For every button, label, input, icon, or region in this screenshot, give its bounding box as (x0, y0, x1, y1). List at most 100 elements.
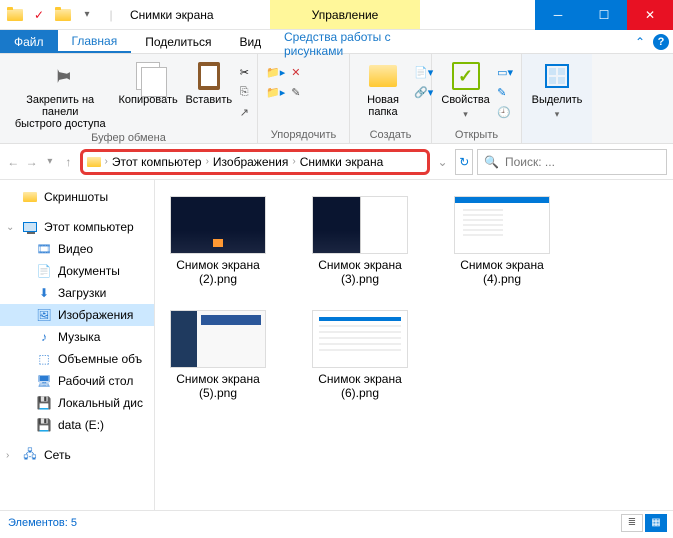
refresh-button[interactable]: ↻ (455, 149, 473, 175)
nav-video[interactable]: 🎞Видео (0, 238, 154, 260)
new-folder-button[interactable]: Новая папка (358, 58, 408, 120)
create-group-label: Создать (358, 129, 423, 141)
list-icon: ≣ (628, 517, 636, 528)
select-all-icon (541, 60, 573, 92)
pin-quick-access-button[interactable]: Закрепить на панели быстрого доступа (8, 58, 112, 132)
paste-button[interactable]: Вставить (184, 58, 234, 108)
easyaccess-icon: 🔗▾ (414, 86, 433, 99)
network-icon: 🖧 (22, 447, 38, 463)
tab-home[interactable]: Главная (58, 30, 132, 53)
history-button[interactable]: 🕘 (497, 102, 513, 122)
nav-screenshots[interactable]: Скриншоты (0, 186, 154, 208)
copy-to-button[interactable]: 📁▸ (266, 82, 285, 102)
nav-pictures[interactable]: 🖼Изображения (0, 304, 154, 326)
delete-button[interactable]: ✕ (291, 62, 300, 82)
nav-network[interactable]: ›🖧Сеть (0, 444, 154, 466)
nav-music[interactable]: ♪Музыка (0, 326, 154, 348)
edit-button[interactable]: ✎ (497, 82, 513, 102)
easy-access-button[interactable]: 🔗▾ (414, 82, 433, 102)
ribbon-tabs: Файл Главная Поделиться Вид Средства раб… (0, 30, 673, 54)
file-tile[interactable]: Снимок экрана (4).png (447, 196, 557, 286)
qat-folder-icon[interactable] (52, 4, 74, 26)
thumbnails-view-button[interactable]: ▦ (645, 514, 667, 532)
details-view-button[interactable]: ≣ (621, 514, 643, 532)
qat-dropdown-icon[interactable]: ▾ (76, 4, 98, 26)
breadcrumb-screenshots[interactable]: Снимки экрана (300, 155, 384, 169)
help-icon[interactable]: ? (653, 34, 669, 50)
chevron-down-icon: ▾ (463, 108, 468, 120)
paste-icon (193, 60, 225, 92)
desktop-icon: 🖥 (36, 373, 52, 389)
app-folder-icon (4, 4, 26, 26)
pin-icon (42, 58, 79, 95)
nav-this-pc[interactable]: ⌄Этот компьютер (0, 216, 154, 238)
close-button[interactable]: ✕ (627, 0, 673, 30)
up-button[interactable]: ↑ (61, 150, 75, 174)
minimize-button[interactable]: ─ (535, 0, 581, 30)
status-bar: Элементов: 5 ≣ ▦ (0, 510, 673, 534)
downloads-icon: ⬇ (36, 285, 52, 301)
item-count: Элементов: 5 (8, 517, 77, 529)
collapse-ribbon-icon[interactable]: ⌃ (635, 35, 645, 49)
tab-view[interactable]: Вид (225, 30, 275, 53)
cut-button[interactable]: ✂ (240, 62, 249, 82)
move-to-button[interactable]: 📁▸ (266, 62, 285, 82)
file-list[interactable]: Снимок экрана (2).png Снимок экрана (3).p… (155, 180, 673, 510)
folder-icon (367, 60, 399, 92)
window-title: Снимки экрана (130, 8, 214, 22)
breadcrumb-pictures[interactable]: Изображения (213, 155, 288, 169)
copy-path-button[interactable]: ⎘ (240, 82, 249, 102)
address-folder-icon (87, 157, 101, 167)
chevron-down-icon: ▾ (555, 108, 560, 120)
breadcrumb-this-pc[interactable]: Этот компьютер (112, 155, 202, 169)
qat-separator: | (100, 4, 122, 26)
search-box[interactable]: 🔍 (477, 149, 667, 175)
open-button[interactable]: ▭▾ (497, 62, 513, 82)
copy-button[interactable]: Копировать (118, 58, 177, 108)
nav-3d-objects[interactable]: ⬚Объемные объ (0, 348, 154, 370)
new-item-button[interactable]: 📄▾ (414, 62, 433, 82)
rename-icon: ✎ (291, 86, 300, 99)
file-tile[interactable]: Снимок экрана (3).png (305, 196, 415, 286)
file-tile[interactable]: Снимок экрана (5).png (163, 310, 273, 400)
address-dropdown[interactable]: ⌄ (434, 155, 452, 169)
chevron-right-icon[interactable]: › (105, 156, 108, 167)
check-icon (450, 60, 482, 92)
file-tile[interactable]: Снимок экрана (6).png (305, 310, 415, 400)
clipboard-group-label: Буфер обмена (8, 132, 249, 144)
nav-downloads[interactable]: ⬇Загрузки (0, 282, 154, 304)
back-button[interactable]: ← (6, 150, 20, 174)
properties-button[interactable]: Свойства ▾ (440, 58, 491, 122)
title-bar: ✓ ▾ | Снимки экрана Управление ─ ☐ ✕ (0, 0, 673, 30)
file-thumbnail (170, 310, 266, 368)
search-input[interactable] (505, 155, 660, 169)
expand-icon[interactable]: ⌄ (6, 222, 14, 233)
maximize-button[interactable]: ☐ (581, 0, 627, 30)
paste-shortcut-button[interactable]: ↗ (240, 102, 249, 122)
nav-local-disk[interactable]: 💾Локальный дис (0, 392, 154, 414)
tab-file[interactable]: Файл (0, 30, 58, 53)
address-bar[interactable]: › Этот компьютер › Изображения › Снимки … (80, 149, 430, 175)
tab-share[interactable]: Поделиться (131, 30, 225, 53)
rename-button[interactable]: ✎ (291, 82, 300, 102)
cube-icon: ⬚ (36, 351, 52, 367)
qat-save-icon[interactable]: ✓ (28, 4, 50, 26)
pictures-icon: 🖼 (36, 307, 52, 323)
navigation-bar: ← → ▾ ↑ › Этот компьютер › Изображения ›… (0, 144, 673, 180)
chevron-right-icon[interactable]: › (206, 156, 209, 167)
file-thumbnail (454, 196, 550, 254)
nav-data-e[interactable]: 💾data (E:) (0, 414, 154, 436)
chevron-right-icon[interactable]: › (292, 156, 295, 167)
file-name: Снимок экрана (3).png (305, 258, 415, 286)
nav-desktop[interactable]: 🖥Рабочий стол (0, 370, 154, 392)
forward-button[interactable]: → (24, 150, 38, 174)
file-tile[interactable]: Снимок экрана (2).png (163, 196, 273, 286)
nav-documents[interactable]: 📄Документы (0, 260, 154, 282)
disk-icon: 💾 (36, 395, 52, 411)
expand-icon[interactable]: › (6, 450, 9, 461)
select-button[interactable]: Выделить ▾ (530, 58, 584, 122)
tab-picture-tools[interactable]: Средства работы с рисунками (270, 30, 450, 58)
recent-locations-button[interactable]: ▾ (43, 150, 57, 174)
delete-icon: ✕ (291, 66, 300, 79)
disk-icon: 💾 (36, 417, 52, 433)
